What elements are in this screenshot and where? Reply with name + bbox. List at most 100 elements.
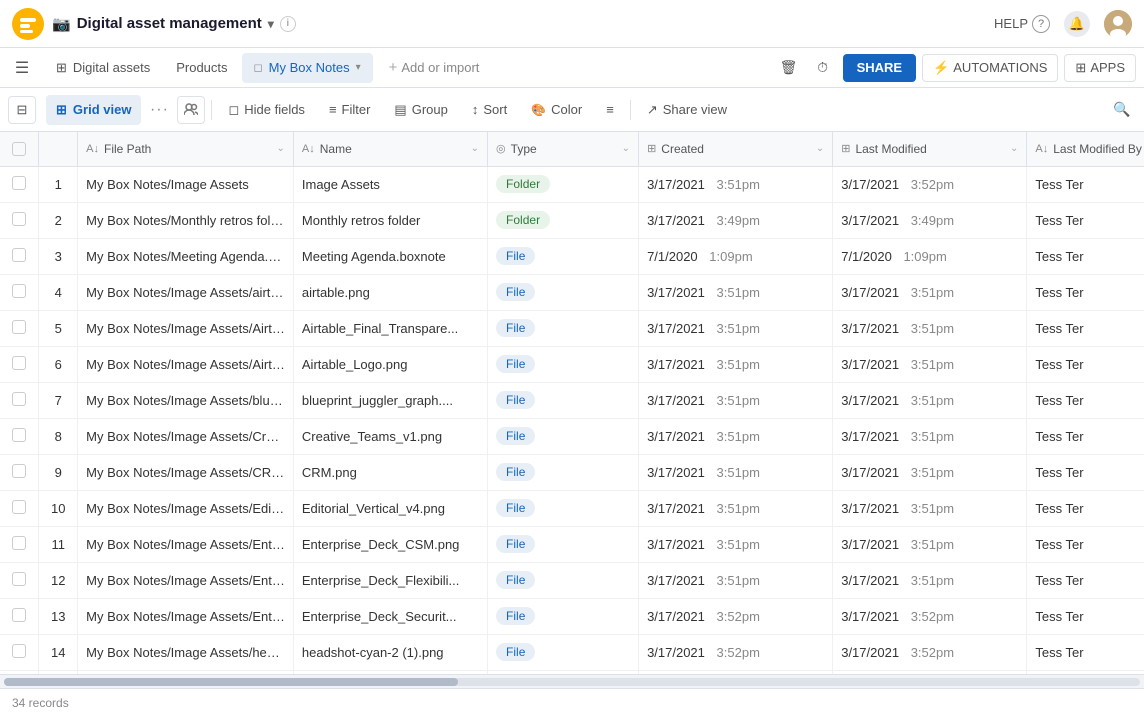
table-row[interactable]: 6 My Box Notes/Image Assets/Airta... Air… [0, 346, 1144, 382]
collaborators-button[interactable] [177, 96, 205, 124]
row-filepath[interactable]: My Box Notes/Image Assets/Ente... [78, 526, 294, 562]
row-type[interactable]: File [488, 454, 639, 490]
row-type[interactable]: File [488, 346, 639, 382]
row-checkbox[interactable] [12, 284, 26, 298]
row-filepath[interactable]: My Box Notes/Image Assets/Ente... [78, 562, 294, 598]
row-filepath[interactable]: My Box Notes/Image Assets/head... [78, 670, 294, 674]
row-filepath[interactable]: My Box Notes/Image Assets/head... [78, 634, 294, 670]
scrollbar-thumb[interactable] [4, 678, 458, 686]
tab-products[interactable]: Products [164, 53, 239, 83]
row-checkbox-cell[interactable] [0, 238, 39, 274]
row-type[interactable]: File [488, 598, 639, 634]
table-row[interactable]: 2 My Box Notes/Monthly retros fold... Mo… [0, 202, 1144, 238]
row-filepath[interactable]: My Box Notes/Image Assets/Edito... [78, 490, 294, 526]
row-checkbox[interactable] [12, 320, 26, 334]
row-type[interactable]: File [488, 490, 639, 526]
row-checkbox-cell[interactable] [0, 670, 39, 674]
automations-button[interactable]: ⚡ AUTOMATIONS [922, 54, 1058, 82]
help-link[interactable]: HELP ? [994, 15, 1050, 33]
row-checkbox[interactable] [12, 500, 26, 514]
notification-bell-icon[interactable]: 🔔 [1064, 11, 1090, 37]
title-info-icon[interactable]: i [280, 16, 296, 32]
row-name[interactable]: Airtable_Logo.png [293, 346, 487, 382]
row-checkbox[interactable] [12, 608, 26, 622]
trash-button[interactable]: 🗑 [775, 54, 803, 82]
hamburger-menu-button[interactable]: ☰ [8, 54, 36, 82]
horizontal-scrollbar[interactable] [0, 674, 1144, 688]
col-header-filepath[interactable]: A↓ File Path ⌄ [78, 132, 294, 166]
view-more-options-button[interactable]: ··· [145, 96, 173, 124]
row-checkbox-cell[interactable] [0, 598, 39, 634]
row-filepath[interactable]: My Box Notes/Image Assets/Crea... [78, 418, 294, 454]
row-name[interactable]: blueprint_juggler_graph.... [293, 382, 487, 418]
group-button[interactable]: ▤ Group [384, 95, 457, 125]
row-type[interactable]: File [488, 238, 639, 274]
row-checkbox[interactable] [12, 176, 26, 190]
row-type[interactable]: Folder [488, 166, 639, 202]
row-filepath[interactable]: My Box Notes/Monthly retros fold... [78, 202, 294, 238]
row-filepath[interactable]: My Box Notes/Image Assets/Airta... [78, 310, 294, 346]
col-header-lastmodby[interactable]: A↓ Last Modified By ⌄ [1027, 132, 1144, 166]
table-row[interactable]: 8 My Box Notes/Image Assets/Crea... Crea… [0, 418, 1144, 454]
filter-button[interactable]: ≡ Filter [319, 95, 380, 125]
grid-view-button[interactable]: ⊞ Grid view [46, 95, 141, 125]
table-row[interactable]: 7 My Box Notes/Image Assets/blue... blue… [0, 382, 1144, 418]
row-checkbox-cell[interactable] [0, 382, 39, 418]
row-name[interactable]: Enterprise_Deck_CSM.png [293, 526, 487, 562]
row-checkbox-cell[interactable] [0, 346, 39, 382]
row-name[interactable]: CRM.png [293, 454, 487, 490]
share-button[interactable]: SHARE [843, 54, 917, 82]
table-row[interactable]: 11 My Box Notes/Image Assets/Ente... Ent… [0, 526, 1144, 562]
row-checkbox-cell[interactable] [0, 562, 39, 598]
row-type[interactable]: File [488, 670, 639, 674]
row-type[interactable]: File [488, 418, 639, 454]
row-name[interactable]: Image Assets [293, 166, 487, 202]
table-row[interactable]: 3 My Box Notes/Meeting Agenda.b... Meeti… [0, 238, 1144, 274]
row-checkbox[interactable] [12, 464, 26, 478]
row-name[interactable]: Monthly retros folder [293, 202, 487, 238]
row-type[interactable]: File [488, 526, 639, 562]
row-filepath[interactable]: My Box Notes/Image Assets/airta... [78, 274, 294, 310]
title-dropdown-icon[interactable]: ▾ [268, 17, 274, 31]
tab-digital-assets[interactable]: ⊞ Digital assets [44, 53, 162, 83]
row-filepath[interactable]: My Box Notes/Image Assets/Ente... [78, 598, 294, 634]
row-checkbox[interactable] [12, 428, 26, 442]
col-header-type[interactable]: ◎ Type ⌄ [488, 132, 639, 166]
row-checkbox[interactable] [12, 248, 26, 262]
table-row[interactable]: 10 My Box Notes/Image Assets/Edito... Ed… [0, 490, 1144, 526]
row-checkbox[interactable] [12, 212, 26, 226]
row-name[interactable]: headshot-cyan-2 (1).png [293, 634, 487, 670]
row-filepath[interactable]: My Box Notes/Image Assets [78, 166, 294, 202]
row-type[interactable]: File [488, 382, 639, 418]
row-name[interactable]: Enterprise_Deck_Flexibili... [293, 562, 487, 598]
app-logo[interactable] [12, 8, 44, 40]
row-checkbox[interactable] [12, 392, 26, 406]
row-height-button[interactable]: ≡ [596, 95, 624, 125]
apps-button[interactable]: ⊞ APPS [1064, 54, 1136, 82]
row-checkbox-cell[interactable] [0, 166, 39, 202]
table-row[interactable]: 13 My Box Notes/Image Assets/Ente... Ent… [0, 598, 1144, 634]
table-row[interactable]: 12 My Box Notes/Image Assets/Ente... Ent… [0, 562, 1144, 598]
row-checkbox-cell[interactable] [0, 526, 39, 562]
table-row[interactable]: 5 My Box Notes/Image Assets/Airta... Air… [0, 310, 1144, 346]
row-checkbox[interactable] [12, 356, 26, 370]
row-type[interactable]: File [488, 274, 639, 310]
col-header-name[interactable]: A↓ Name ⌄ [293, 132, 487, 166]
col-header-created[interactable]: ⊞ Created ⌄ [639, 132, 833, 166]
row-type[interactable]: File [488, 310, 639, 346]
row-checkbox[interactable] [12, 572, 26, 586]
row-filepath[interactable]: My Box Notes/Image Assets/blue... [78, 382, 294, 418]
row-name[interactable]: Enterprise_Deck_Securit... [293, 598, 487, 634]
share-view-button[interactable]: ↗ Share view [637, 95, 737, 125]
row-name[interactable]: Creative_Teams_v1.png [293, 418, 487, 454]
hide-fields-button[interactable]: ◻ Hide fields [218, 95, 315, 125]
row-checkbox-cell[interactable] [0, 274, 39, 310]
row-name[interactable]: airtable.png [293, 274, 487, 310]
row-type[interactable]: Folder [488, 202, 639, 238]
add-or-import-button[interactable]: + Add or import [379, 55, 490, 80]
search-button[interactable]: 🔍 [1108, 96, 1136, 124]
row-type[interactable]: File [488, 562, 639, 598]
tab-my-box-notes-dropdown-icon[interactable]: ▾ [356, 62, 361, 73]
row-checkbox-cell[interactable] [0, 454, 39, 490]
row-name[interactable]: Editorial_Vertical_v4.png [293, 490, 487, 526]
